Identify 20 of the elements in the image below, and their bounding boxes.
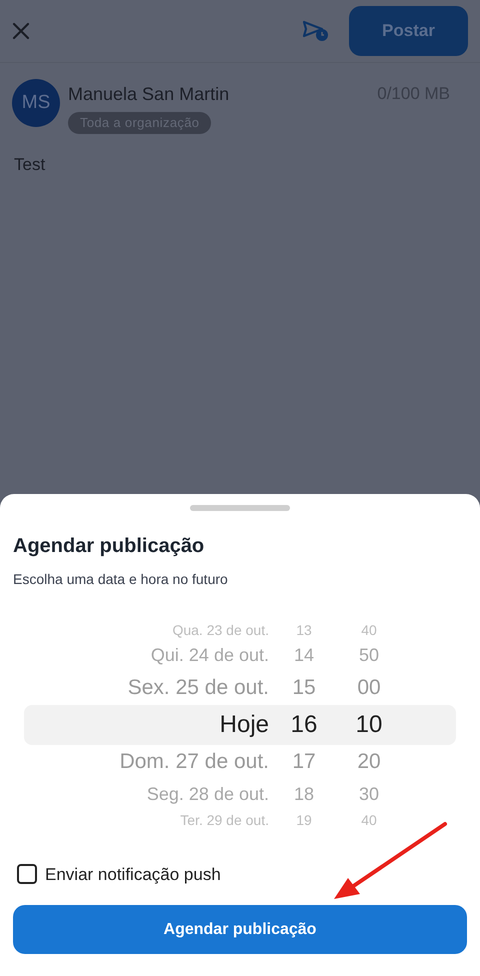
avatar: MS	[12, 79, 60, 127]
drag-handle[interactable]	[190, 505, 290, 511]
selected-picker-row[interactable]: Hoje 16 10	[24, 705, 456, 745]
post-text: Test	[13, 154, 46, 176]
sheet-title: Agendar publicação	[12, 534, 206, 559]
picker-row[interactable]: Dom. 27 de out. 17 20	[24, 745, 456, 779]
date-time-picker[interactable]: Qua. 23 de out. 13 40 Qui. 24 de out. 14 50 Sex. 25 de out. 15 00 Hoje 16 10 Dom. 27 de out. 17 20 Seg. 28 de out. 18 30 Ter. 29 de out. 19 40	[24, 620, 456, 830]
close-icon[interactable]	[12, 22, 30, 40]
push-label: Enviar notificação push	[45, 864, 221, 886]
picker-row[interactable]: Seg. 28 de out. 18 30	[24, 779, 456, 810]
author-name: Manuela San Martin	[68, 83, 230, 106]
schedule-send-icon[interactable]	[303, 20, 329, 42]
schedule-button[interactable]: Agendar publicação	[13, 905, 467, 954]
push-checkbox[interactable]	[17, 864, 37, 884]
picker-row[interactable]: Ter. 29 de out. 19 40	[24, 810, 456, 830]
sheet-subtitle: Escolha uma data e hora no futuro	[12, 570, 229, 589]
post-button[interactable]: Postar	[349, 6, 468, 56]
picker-row[interactable]: Qua. 23 de out. 13 40	[24, 620, 456, 640]
picker-row[interactable]: Qui. 24 de out. 14 50	[24, 640, 456, 671]
picker-row[interactable]: Sex. 25 de out. 15 00	[24, 671, 456, 705]
